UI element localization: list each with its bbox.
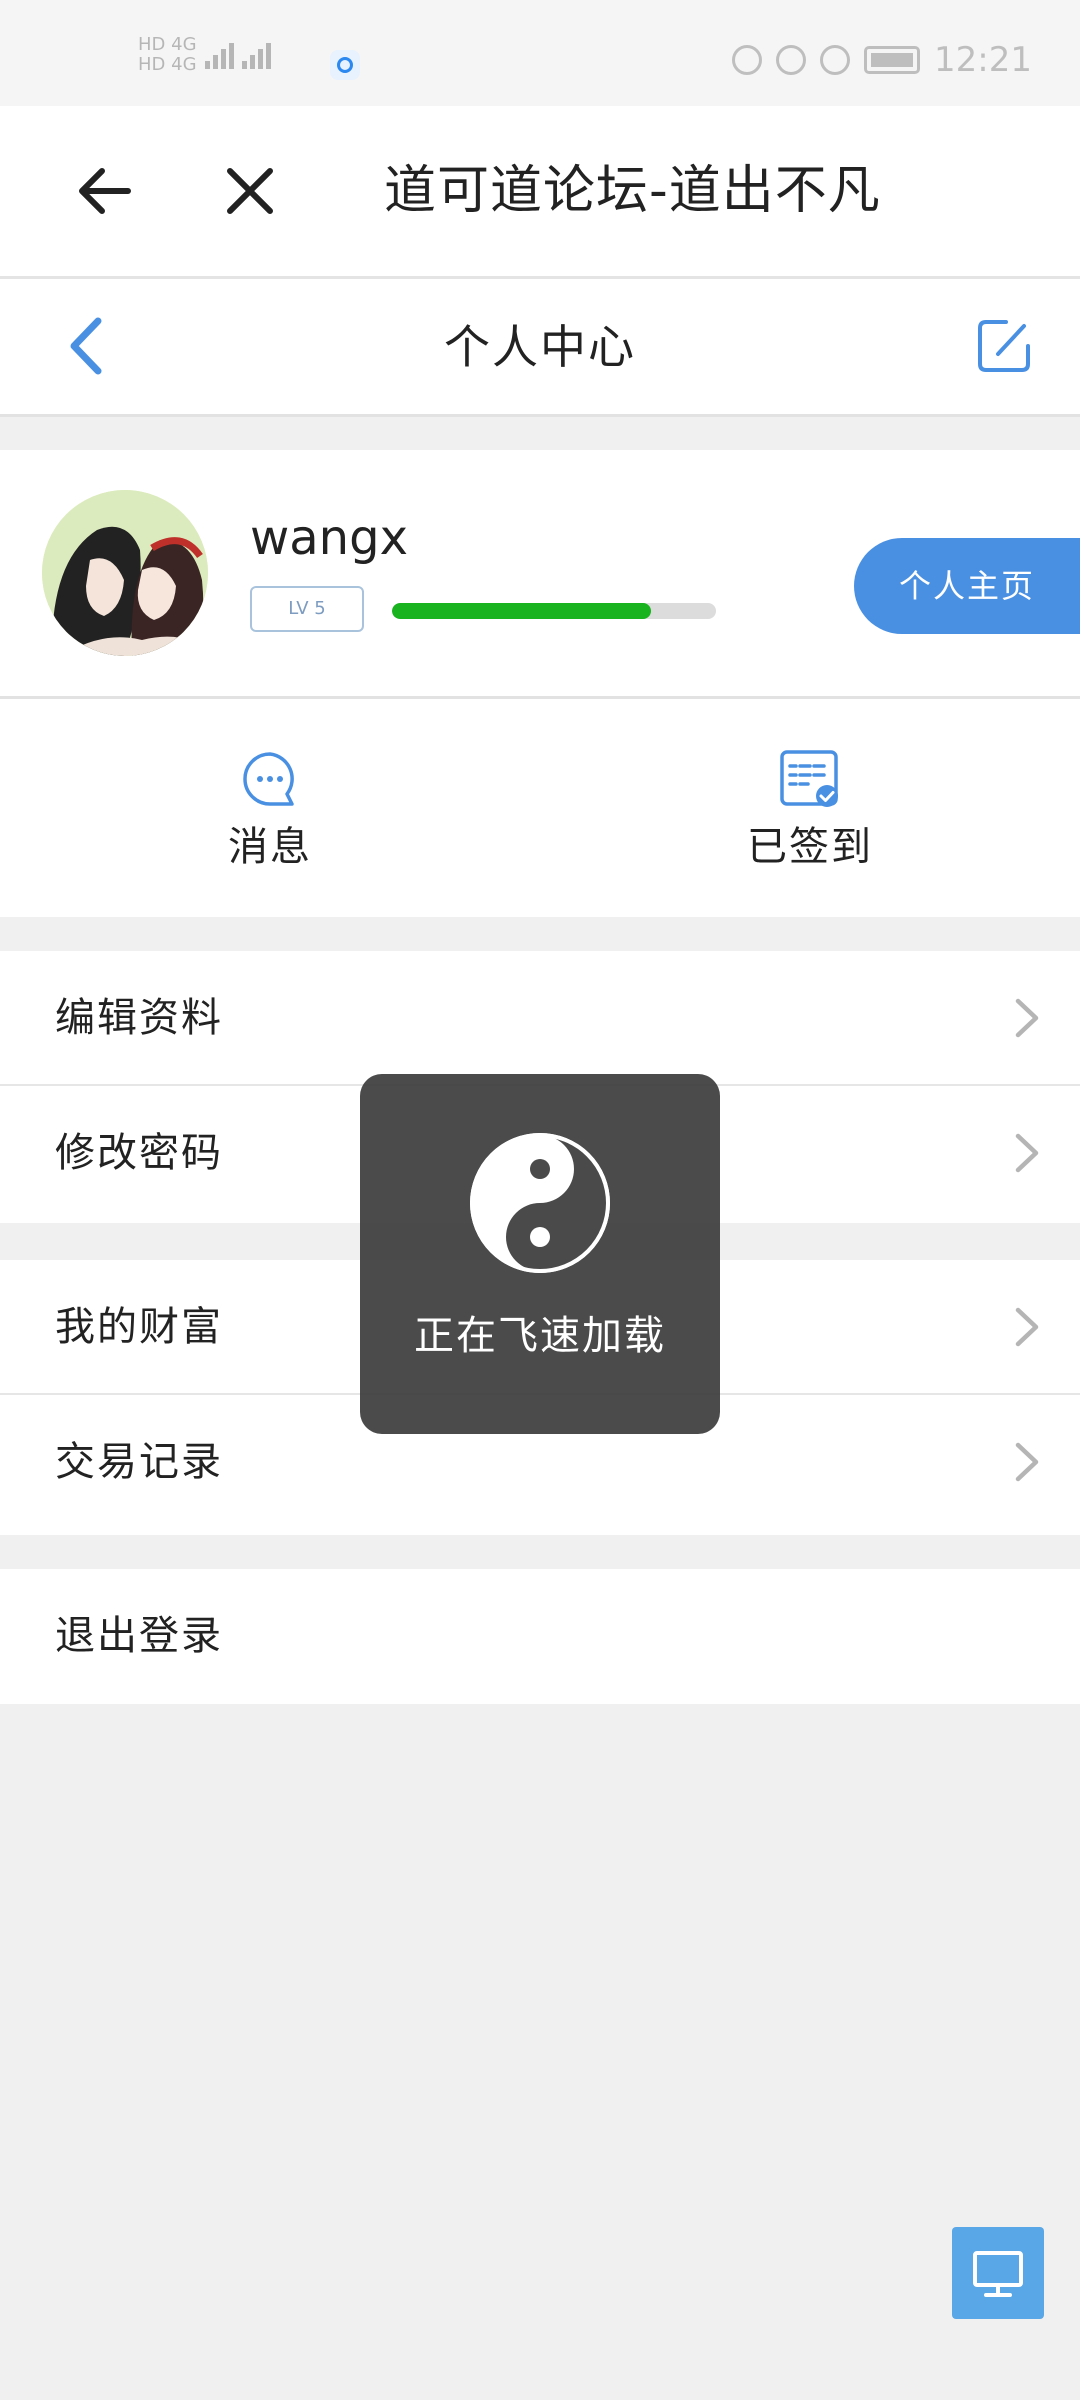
chevron-right-icon (1015, 1133, 1039, 1173)
menu-item-label: 我的财富 (55, 1304, 223, 1350)
menu-item-edit-profile[interactable]: 编辑资料 (0, 951, 1080, 1086)
carrier-label: HD 4G (138, 54, 197, 75)
chevron-right-icon (1015, 1307, 1039, 1347)
level-progress-fill (392, 603, 652, 619)
personal-homepage-button[interactable]: 个人主页 (854, 538, 1080, 634)
header-title: 个人中心 (444, 320, 636, 374)
messages-button[interactable]: 消息 (170, 749, 370, 873)
level-progress-bar (392, 603, 716, 619)
chevron-right-icon (1015, 998, 1039, 1038)
monitor-icon (973, 2251, 1023, 2297)
checkin-calendar-icon (780, 750, 838, 807)
signal-icon (204, 41, 234, 69)
carrier-labels: HD 4G HD 4G (138, 35, 197, 75)
quick-actions: 消息 已签到 (0, 699, 1080, 917)
menu-item-label: 修改密码 (55, 1130, 223, 1176)
menu-item-label: 编辑资料 (55, 995, 223, 1041)
close-icon[interactable] (215, 156, 285, 226)
desktop-view-button[interactable] (952, 2227, 1044, 2319)
signal-area: HD 4G HD 4G (138, 30, 271, 80)
loading-text: 正在飞速加载 (414, 1313, 666, 1359)
loading-toast: 正在飞速加载 (360, 1074, 720, 1434)
clock: 12:21 (934, 40, 1032, 80)
status-icons: 12:21 (732, 40, 1032, 80)
page-header: 个人中心 (0, 279, 1080, 417)
carrier-label: HD 4G (138, 34, 197, 55)
level-badge: LV 5 (250, 586, 364, 632)
checkin-label: 已签到 (747, 824, 873, 870)
message-bubble-icon (243, 752, 294, 806)
signal-icon (241, 41, 271, 69)
arrow-left-icon[interactable] (70, 156, 140, 226)
checkin-button[interactable]: 已签到 (710, 749, 910, 873)
battery-icon (864, 46, 921, 74)
edit-icon[interactable] (974, 316, 1034, 376)
alarm-icon (776, 45, 807, 75)
yin-yang-icon (470, 1133, 610, 1273)
menu-item-label: 退出登录 (55, 1613, 223, 1659)
menu-item-logout[interactable]: 退出登录 (0, 1569, 1080, 1704)
avatar[interactable] (42, 490, 208, 656)
page-title: 道可道论坛-道出不凡 (384, 161, 881, 221)
mute-icon (820, 45, 851, 75)
profile-card: wangx LV 5 个人主页 (0, 450, 1080, 699)
status-bar: HD 4G HD 4G 12:21 (0, 0, 1080, 106)
menu-item-label: 交易记录 (55, 1439, 223, 1485)
eye-icon (732, 45, 763, 75)
chevron-right-icon (1015, 1442, 1039, 1482)
menu-group-logout: 退出登录 (0, 1569, 1080, 1704)
avatar-illustration (42, 490, 208, 656)
browser-toolbar: 道可道论坛-道出不凡 (0, 106, 1080, 279)
messages-label: 消息 (228, 824, 312, 870)
browser-app-icon (330, 50, 360, 80)
username: wangx (250, 510, 408, 566)
